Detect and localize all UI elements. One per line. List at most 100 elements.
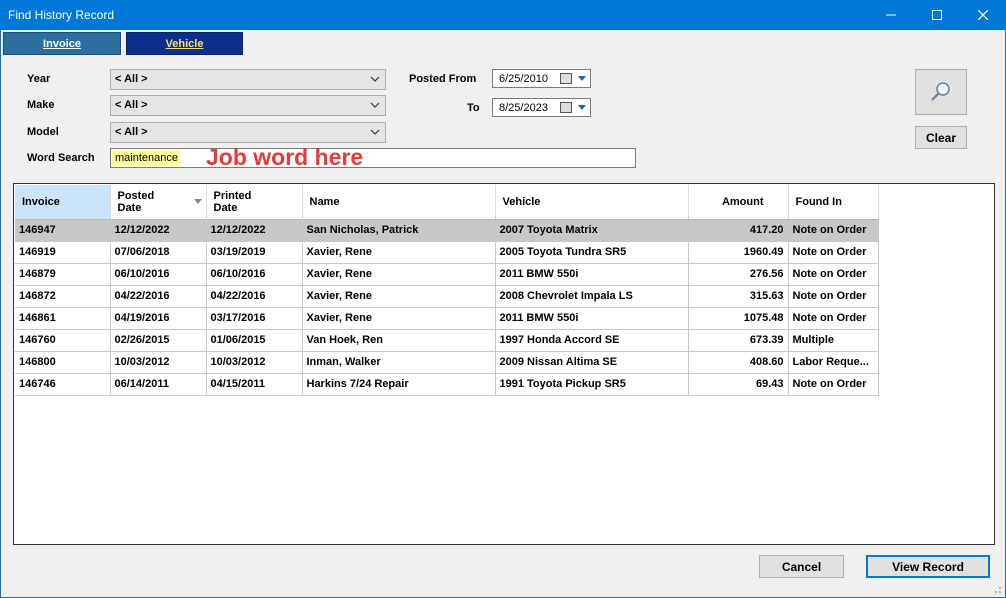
cell-posted-date: 10/03/2012	[110, 351, 207, 374]
dropdown-arrow-icon[interactable]	[578, 105, 586, 110]
results-grid[interactable]: Invoice Posted Date Printed Date Name Vehi…	[13, 183, 995, 545]
cell-vehicle: 2007 Toyota Matrix	[495, 219, 689, 242]
tab-vehicle[interactable]: Vehicle	[126, 32, 243, 55]
year-select-value: < All >	[115, 73, 148, 85]
cell-found-in: Multiple	[788, 329, 879, 352]
col-invoice[interactable]: Invoice	[15, 185, 111, 220]
cell-printed-date: 04/22/2016	[206, 285, 303, 308]
posted-from-label: Posted From	[409, 73, 477, 85]
cell-name: Xavier, Rene	[302, 307, 496, 330]
window-title: Find History Record	[8, 8, 115, 22]
cell-invoice: 146800	[15, 351, 111, 374]
calendar-icon[interactable]	[560, 102, 572, 113]
cell-name: Xavier, Rene	[302, 285, 496, 308]
cell-amount: 1075.48	[688, 307, 789, 330]
search-icon	[931, 82, 950, 101]
cell-posted-date: 04/19/2016	[110, 307, 207, 330]
word-search-input[interactable]: maintenance	[110, 148, 636, 168]
to-label: To	[467, 102, 480, 114]
table-row[interactable]: 146872 04/22/2016 04/22/2016 Xavier, Rene 20…	[15, 285, 879, 308]
cell-name: Harkins 7/24 Repair	[302, 373, 496, 396]
cell-found-in: Note on Order	[788, 219, 879, 242]
table-row[interactable]: 146746 06/14/2011 04/15/2011 Harkins 7/24 R…	[15, 373, 879, 396]
cell-found-in: Note on Order	[788, 373, 879, 396]
tab-invoice[interactable]: Invoice	[3, 32, 121, 55]
minimize-button[interactable]	[868, 0, 914, 30]
results-table: Invoice Posted Date Printed Date Name Vehi…	[15, 185, 879, 396]
resize-grip-icon[interactable]	[992, 584, 1002, 594]
cell-amount: 673.39	[688, 329, 789, 352]
col-printed-label-2: Date	[213, 201, 238, 214]
search-button[interactable]	[915, 69, 967, 115]
cell-found-in: Note on Order	[788, 263, 879, 286]
posted-to-value: 8/25/2023	[499, 102, 548, 114]
posted-to-date[interactable]: 8/25/2023	[492, 98, 591, 117]
table-row[interactable]: 146879 06/10/2016 06/10/2016 Xavier, Rene 20…	[15, 263, 879, 286]
table-row[interactable]: 146800 10/03/2012 10/03/2012 Inman, Walker 2…	[15, 351, 879, 374]
maximize-button[interactable]	[914, 0, 960, 30]
cell-found-in: Labor Reque...	[788, 351, 879, 374]
title-bar[interactable]: Find History Record	[0, 0, 1006, 30]
close-button[interactable]	[960, 0, 1006, 30]
chevron-down-icon	[370, 129, 380, 135]
sort-desc-icon	[193, 199, 202, 204]
minimize-icon	[886, 14, 896, 16]
cell-vehicle: 2008 Chevrolet Impala LS	[495, 285, 689, 308]
cell-invoice: 146947	[15, 219, 111, 242]
calendar-icon[interactable]	[560, 73, 572, 84]
cell-posted-date: 02/26/2015	[110, 329, 207, 352]
cell-vehicle: 1997 Honda Accord SE	[495, 329, 689, 352]
cell-vehicle: 2005 Toyota Tundra SR5	[495, 241, 689, 264]
model-select[interactable]: < All >	[110, 122, 386, 143]
table-row[interactable]: 146760 02/26/2015 01/06/2015 Van Hoek, Ren 1…	[15, 329, 879, 352]
cell-printed-date: 12/12/2022	[206, 219, 303, 242]
cell-name: Inman, Walker	[302, 351, 496, 374]
cell-found-in: Note on Order	[788, 285, 879, 308]
col-printed-date[interactable]: Printed Date	[206, 185, 303, 220]
col-found-in[interactable]: Found In	[788, 185, 879, 220]
cell-posted-date: 06/14/2011	[110, 373, 207, 396]
col-amount[interactable]: Amount	[688, 185, 789, 220]
cell-name: Van Hoek, Ren	[302, 329, 496, 352]
cell-posted-date: 12/12/2022	[110, 219, 207, 242]
cell-amount: 417.20	[688, 219, 789, 242]
cell-name: Xavier, Rene	[302, 241, 496, 264]
cancel-button[interactable]: Cancel	[759, 555, 844, 578]
cell-printed-date: 03/17/2016	[206, 307, 303, 330]
col-vehicle-label: Vehicle	[502, 195, 541, 208]
make-select[interactable]: < All >	[110, 95, 386, 116]
col-posted-date[interactable]: Posted Date	[110, 185, 207, 220]
year-select[interactable]: < All >	[110, 69, 386, 90]
dropdown-arrow-icon[interactable]	[578, 76, 586, 81]
cell-posted-date: 07/06/2018	[110, 241, 207, 264]
cell-posted-date: 04/22/2016	[110, 285, 207, 308]
cell-invoice: 146746	[15, 373, 111, 396]
cell-vehicle: 2011 BMW 550i	[495, 307, 689, 330]
table-row[interactable]: 146861 04/19/2016 03/17/2016 Xavier, Rene 20…	[15, 307, 879, 330]
posted-from-date[interactable]: 6/25/2010	[492, 69, 591, 88]
col-vehicle[interactable]: Vehicle	[495, 185, 689, 220]
col-name[interactable]: Name	[302, 185, 496, 220]
cell-printed-date: 10/03/2012	[206, 351, 303, 374]
cell-found-in: Note on Order	[788, 241, 879, 264]
cell-printed-date: 01/06/2015	[206, 329, 303, 352]
table-row[interactable]: 146947 12/12/2022 12/12/2022 San Nicholas, …	[15, 219, 879, 242]
col-invoice-label: Invoice	[22, 195, 60, 208]
word-search-value: maintenance	[112, 150, 180, 166]
cell-amount: 69.43	[688, 373, 789, 396]
model-label: Model	[27, 126, 59, 138]
cell-printed-date: 04/15/2011	[206, 373, 303, 396]
annotation-hint: Job word here	[206, 144, 364, 170]
view-record-button[interactable]: View Record	[866, 555, 990, 578]
cell-vehicle: 1991 Toyota Pickup SR5	[495, 373, 689, 396]
cell-amount: 315.63	[688, 285, 789, 308]
cell-amount: 408.60	[688, 351, 789, 374]
cell-invoice: 146872	[15, 285, 111, 308]
chevron-down-icon	[370, 76, 380, 82]
clear-button[interactable]: Clear	[915, 126, 967, 149]
table-row[interactable]: 146919 07/06/2018 03/19/2019 Xavier, Rene 20…	[15, 241, 879, 264]
col-name-label: Name	[309, 195, 340, 208]
dialog-body: Invoice Vehicle Year < All > Make < All …	[0, 30, 1006, 598]
model-select-value: < All >	[115, 126, 148, 138]
col-amount-label: Amount	[721, 195, 764, 208]
